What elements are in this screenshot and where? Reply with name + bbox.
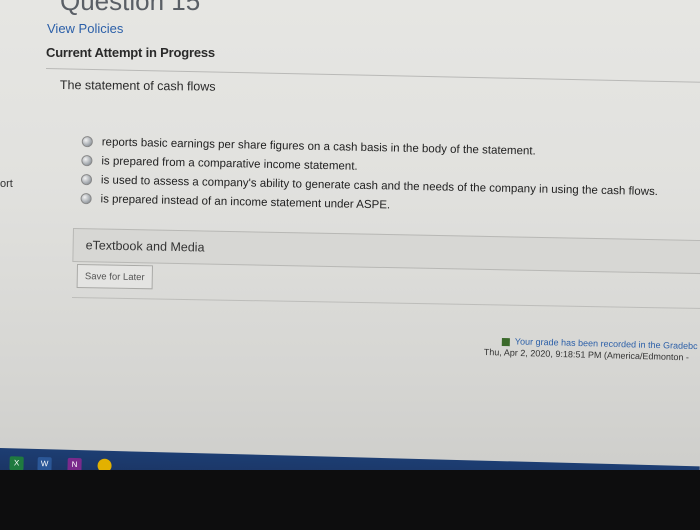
answer-option-label: is prepared instead of an income stateme… [100,192,391,211]
save-for-later-button[interactable]: Save for Later [76,264,153,290]
monitor-bezel [0,470,700,530]
excel-icon[interactable]: X [9,456,24,471]
answer-options: reports basic earnings per share figures… [80,132,681,221]
gradebook-icon [501,337,510,346]
current-attempt-label: Current Attempt in Progress [46,45,215,60]
radio-button[interactable] [81,135,93,148]
etextbook-media-label: eTextbook and Media [85,238,205,255]
divider [71,297,700,310]
answer-option-label: is prepared from a comparative income st… [101,154,358,173]
radio-button[interactable] [81,154,93,167]
question-heading: Question 15 [60,0,201,16]
question-text: The statement of cash flows [59,78,216,94]
etextbook-media-panel[interactable]: eTextbook and Media [72,228,700,275]
view-policies-link[interactable]: View Policies [47,21,123,36]
radio-button[interactable] [80,192,92,205]
left-edge-text: ort [0,178,13,190]
radio-button[interactable] [80,173,93,186]
screen: Question 15 View Policies Current Attemp… [0,0,700,530]
